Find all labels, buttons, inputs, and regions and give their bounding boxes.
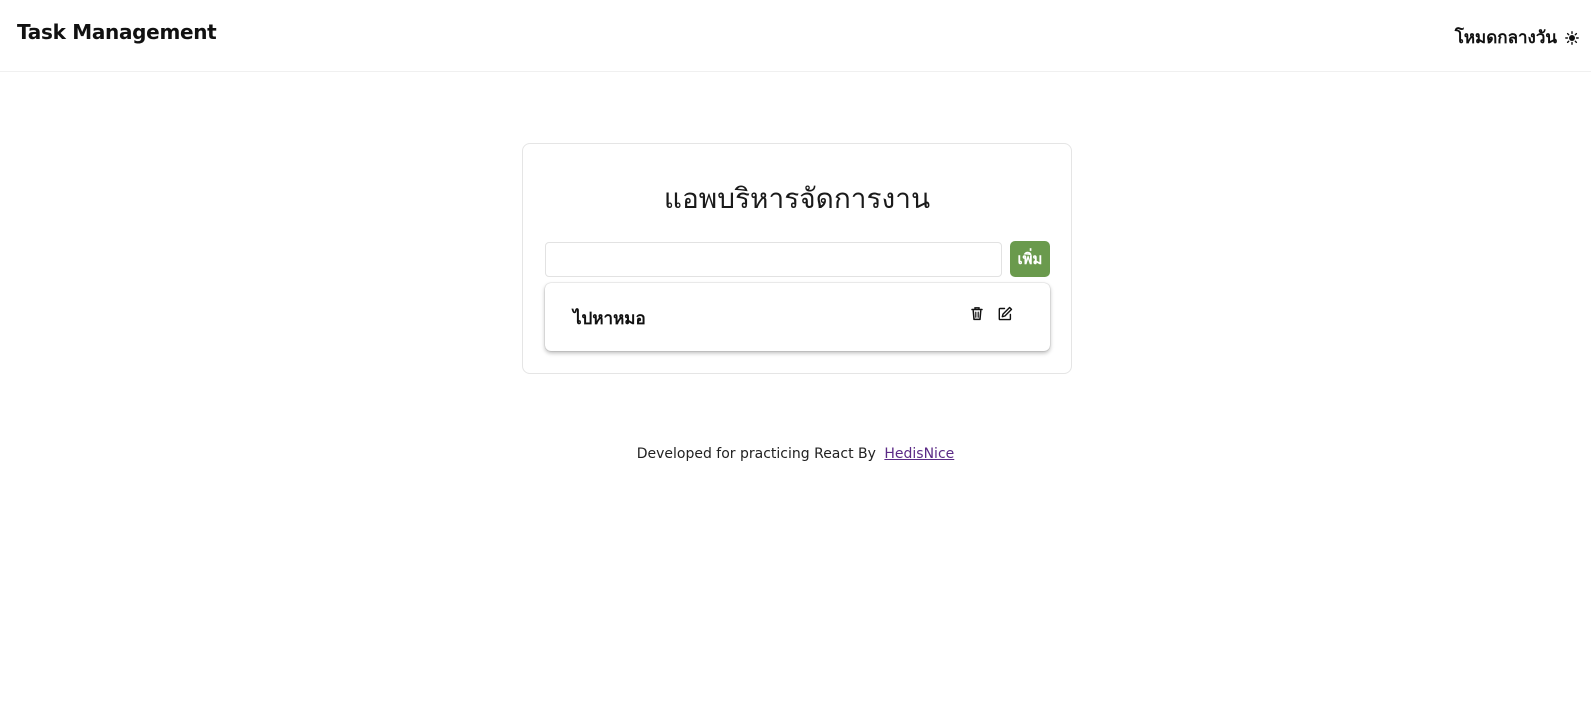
task-item: ไปหาหมอ (545, 283, 1050, 351)
app-title: แอพบริหารจัดการงาน (663, 182, 931, 215)
task-input[interactable] (545, 242, 1002, 277)
author-link[interactable]: HedisNice (884, 446, 954, 462)
theme-toggle[interactable]: โหมดกลางวัน (1455, 24, 1579, 51)
navbar: Task Management โหมดกลางวัน (0, 0, 1591, 72)
edit-icon[interactable] (996, 304, 1014, 322)
brand-title[interactable]: Task Management (17, 20, 217, 44)
task-card: แอพบริหารจัดการงาน เพิ่ม ไปหาหมอ (522, 143, 1072, 374)
sun-icon[interactable] (1565, 30, 1579, 45)
add-button[interactable]: เพิ่ม (1010, 241, 1050, 277)
footer-text: Developed for practicing React By (636, 446, 876, 462)
footer: Developed for practicing React By HedisN… (0, 446, 1591, 462)
trash-icon[interactable] (968, 304, 986, 322)
task-text: ไปหาหมอ (573, 309, 646, 329)
theme-label[interactable]: โหมดกลางวัน (1455, 24, 1557, 51)
